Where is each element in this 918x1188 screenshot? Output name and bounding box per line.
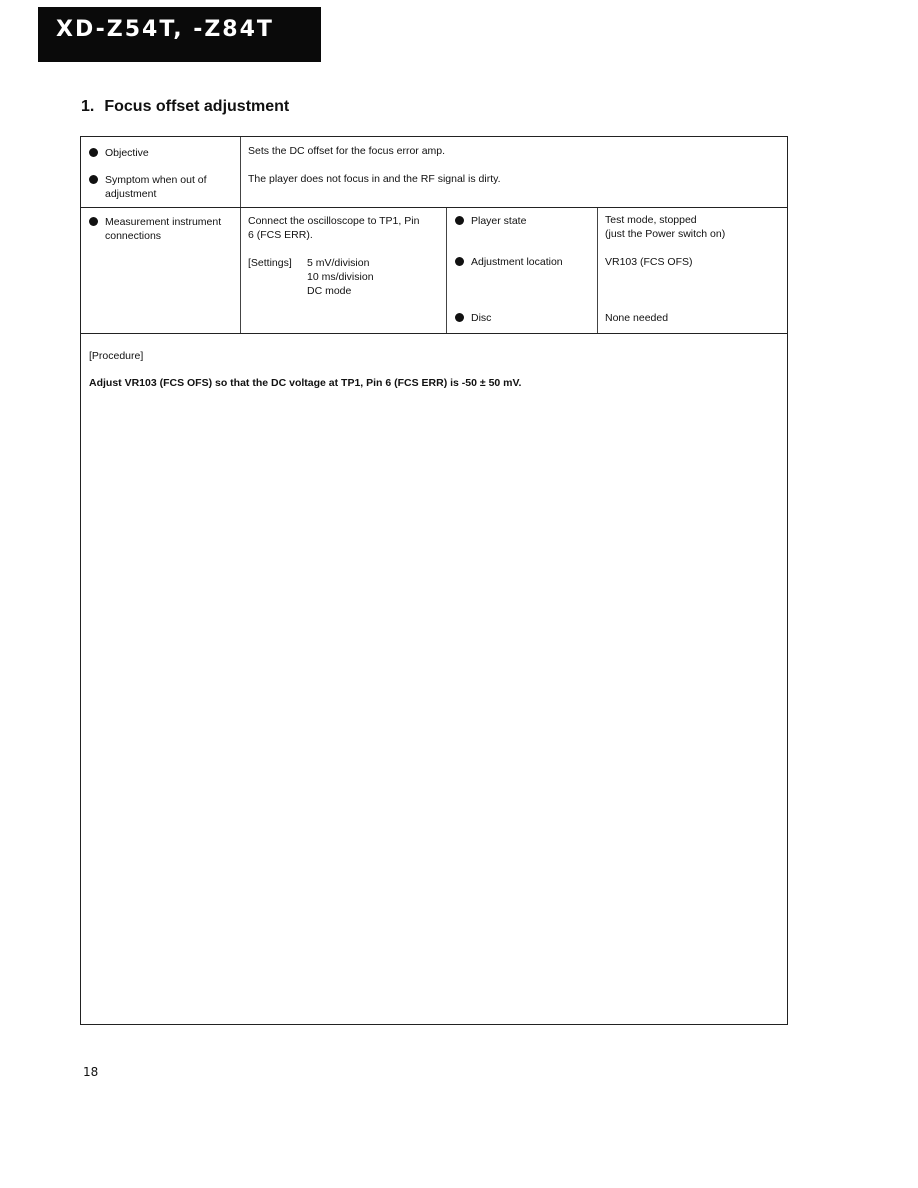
settings-list: 5 mV/division 10 ms/division DC mode bbox=[307, 256, 374, 298]
bullet-icon bbox=[89, 216, 98, 226]
procedure-text: Adjust VR103 (FCS OFS) so that the DC vo… bbox=[89, 377, 522, 389]
setting-item: DC mode bbox=[307, 285, 352, 297]
objective-label: Objective bbox=[89, 146, 149, 160]
setting-item: 10 ms/division bbox=[307, 271, 374, 283]
bullet-icon bbox=[455, 215, 464, 225]
player-state-label: Player state bbox=[455, 214, 526, 228]
disc-value: None needed bbox=[605, 312, 669, 324]
column-divider bbox=[446, 208, 447, 333]
setting-item: 5 mV/division bbox=[307, 257, 370, 269]
adjustment-location-label: Adjustment location bbox=[455, 255, 563, 269]
page-number: 18 bbox=[83, 1065, 99, 1079]
adjustment-table: Objective Sets the DC offset for the foc… bbox=[80, 136, 788, 1025]
symptom-value: The player does not focus in and the RF … bbox=[248, 173, 501, 185]
conditions-row: Measurement instrument connections Connec… bbox=[81, 208, 787, 334]
section-heading: 1. Focus offset adjustment bbox=[81, 98, 289, 116]
objective-value: Sets the DC offset for the focus error a… bbox=[248, 145, 446, 157]
bullet-icon bbox=[455, 312, 464, 322]
measurement-connect: Connect the oscilloscope to TP1, Pin 6 (F… bbox=[248, 215, 420, 241]
measurement-label: Measurement instrument connections bbox=[89, 215, 221, 243]
player-state-value: Test mode, stopped (just the Power switch… bbox=[605, 214, 726, 240]
procedure-heading: [Procedure] bbox=[89, 350, 144, 362]
bullet-icon bbox=[89, 147, 98, 157]
column-divider bbox=[240, 137, 241, 207]
bullet-icon bbox=[89, 174, 98, 184]
adjustment-location-value: VR103 (FCS OFS) bbox=[605, 256, 693, 268]
symptom-label: Symptom when out of adjustment bbox=[89, 173, 207, 201]
bullet-icon bbox=[455, 256, 464, 266]
header-banner: XD-Z54T, -Z84T bbox=[38, 7, 321, 62]
settings-label: [Settings] bbox=[248, 257, 292, 269]
objective-row: Objective Sets the DC offset for the foc… bbox=[81, 137, 787, 208]
column-divider bbox=[240, 208, 241, 333]
disc-label: Disc bbox=[455, 311, 491, 325]
section-title: Focus offset adjustment bbox=[104, 98, 290, 115]
model-title: XD-Z54T, -Z84T bbox=[56, 17, 274, 42]
column-divider bbox=[597, 208, 598, 333]
section-number: 1. bbox=[81, 98, 95, 115]
